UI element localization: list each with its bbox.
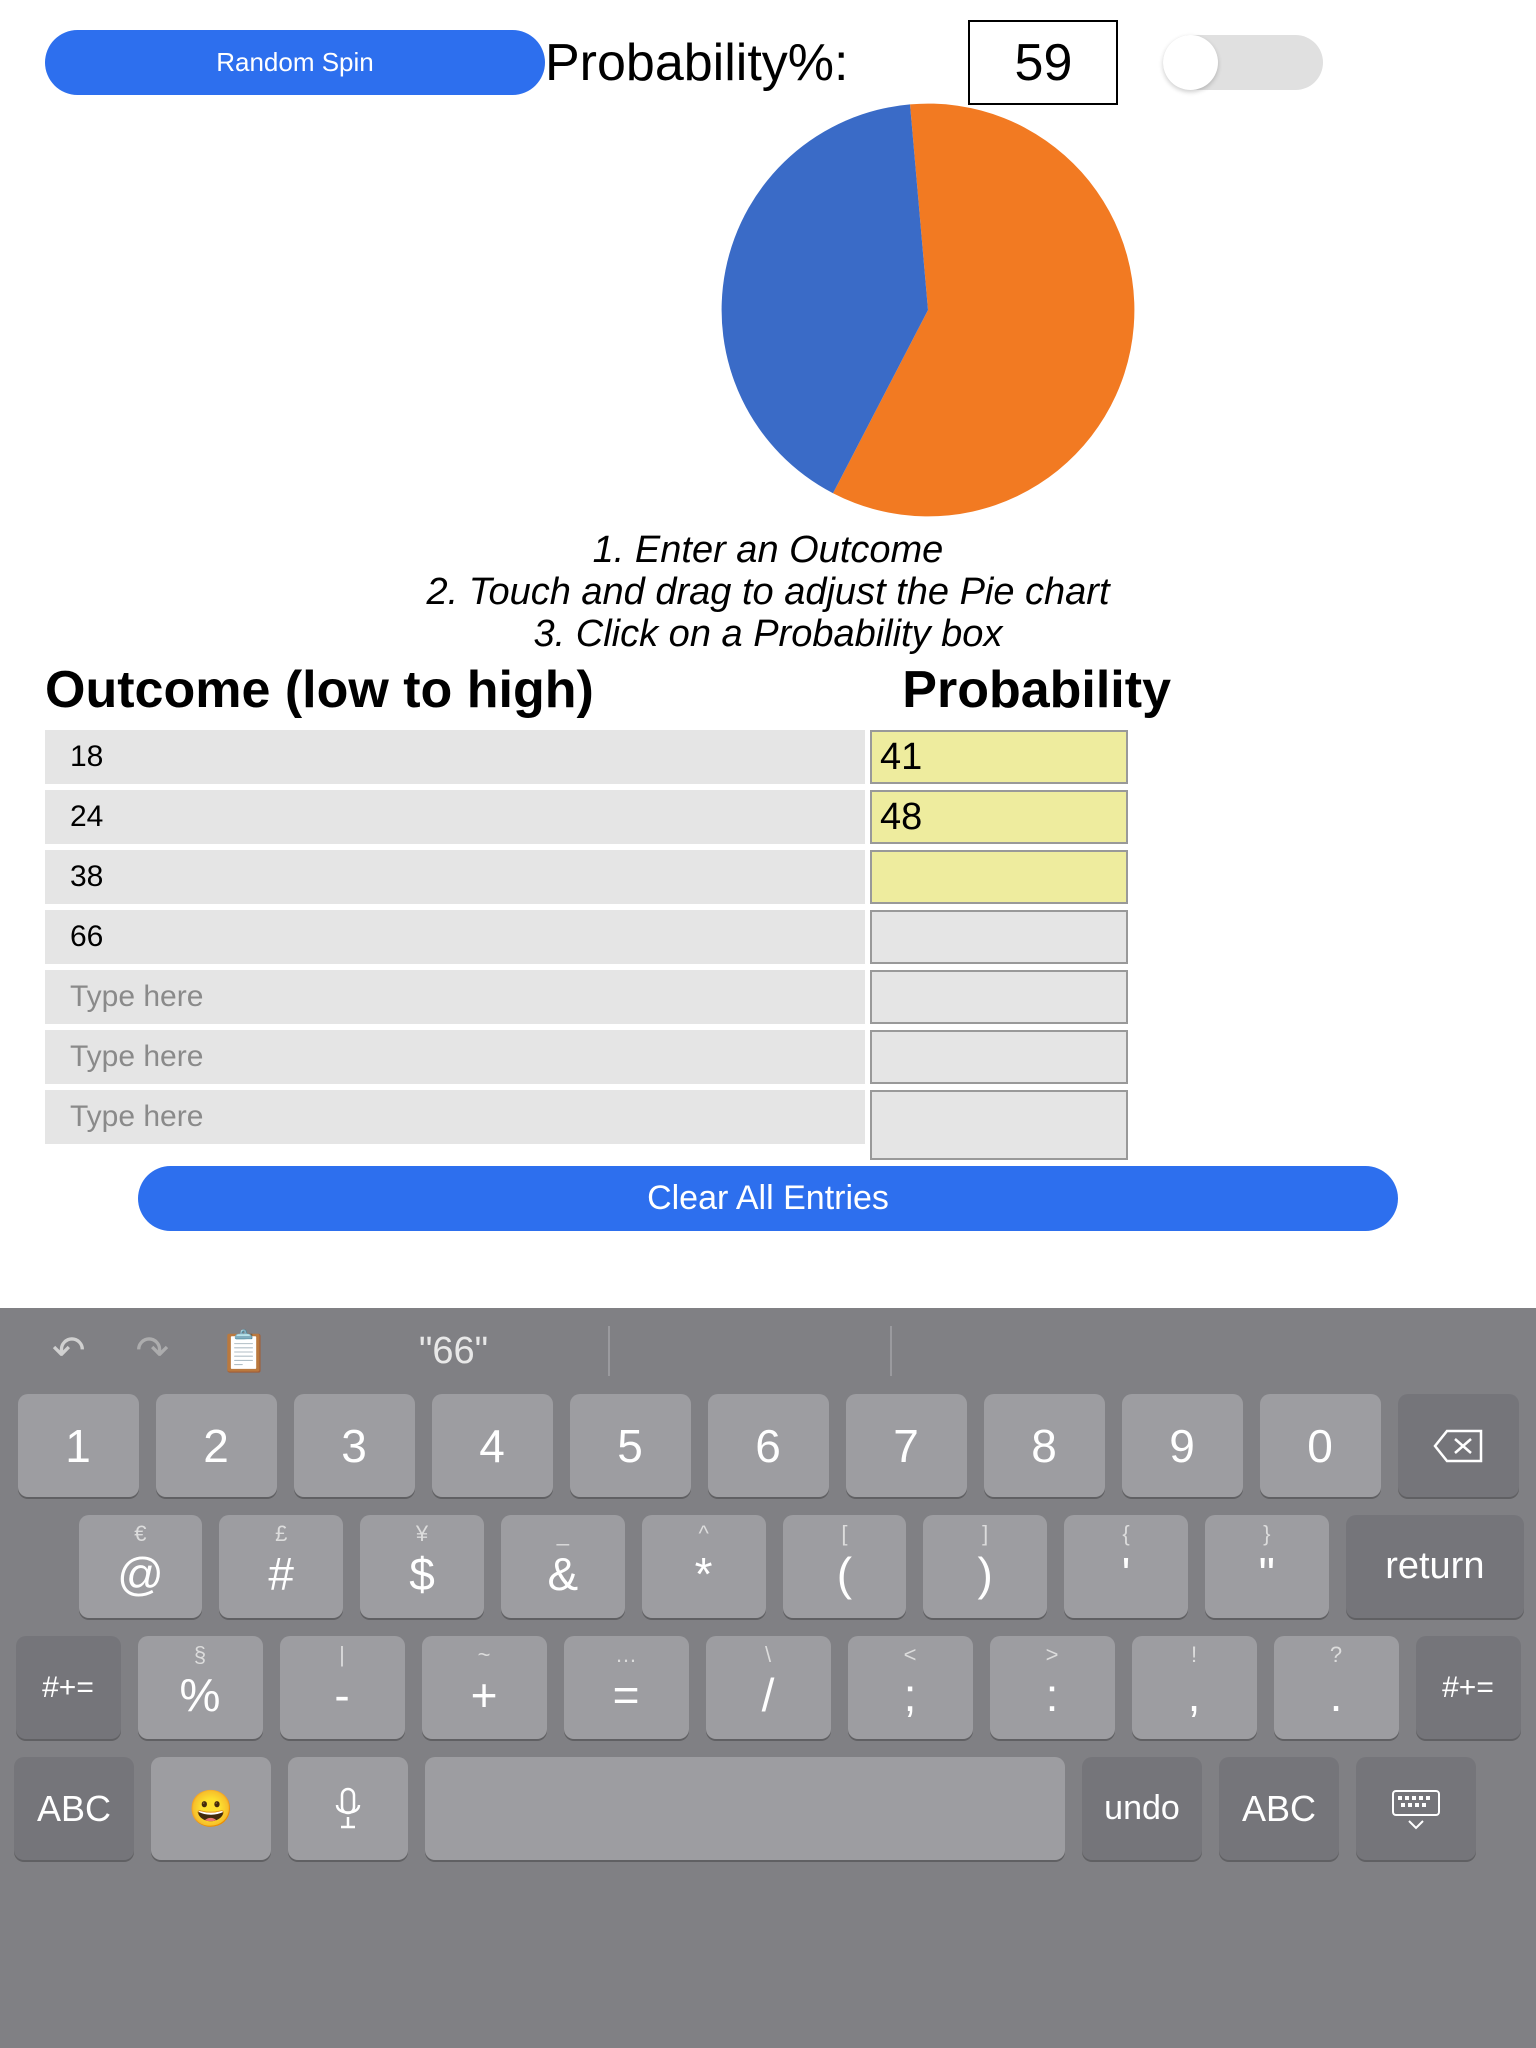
key-4[interactable]: 4 bbox=[432, 1394, 553, 1497]
key-#[interactable]: £# bbox=[219, 1515, 343, 1618]
undo-key[interactable]: undo bbox=[1082, 1757, 1202, 1860]
emoji-key[interactable]: 😀 bbox=[151, 1757, 271, 1860]
clipboard-icon[interactable]: 📋 bbox=[219, 1328, 269, 1375]
key-5[interactable]: 5 bbox=[570, 1394, 691, 1497]
probability-input[interactable]: 41 bbox=[870, 730, 1128, 784]
key-9[interactable]: 9 bbox=[1122, 1394, 1243, 1497]
key-"[interactable]: }" bbox=[1205, 1515, 1329, 1618]
outcome-input[interactable]: 66 bbox=[45, 910, 865, 964]
key-8[interactable]: 8 bbox=[984, 1394, 1105, 1497]
outcome-input[interactable]: 38 bbox=[45, 850, 865, 904]
probability-input[interactable] bbox=[870, 1090, 1128, 1160]
outcome-input[interactable]: Type here bbox=[45, 970, 865, 1024]
key-$[interactable]: ¥$ bbox=[360, 1515, 484, 1618]
table-row: 2448 bbox=[45, 790, 1536, 844]
instruction-1: 1. Enter an Outcome bbox=[0, 530, 1536, 572]
outcome-input[interactable]: 18 bbox=[45, 730, 865, 784]
key-/[interactable]: \/ bbox=[706, 1636, 831, 1739]
symbols-key[interactable]: #+= bbox=[1416, 1636, 1521, 1739]
key-;[interactable]: <; bbox=[848, 1636, 973, 1739]
key-&[interactable]: _& bbox=[501, 1515, 625, 1618]
clear-all-button[interactable]: Clear All Entries bbox=[138, 1166, 1398, 1231]
dismiss-keyboard-key[interactable] bbox=[1356, 1757, 1476, 1860]
table-row: 1841 bbox=[45, 730, 1536, 784]
outcome-input[interactable]: 24 bbox=[45, 790, 865, 844]
pie-chart[interactable] bbox=[713, 95, 1143, 525]
return-key[interactable]: return bbox=[1346, 1515, 1524, 1618]
probability-input[interactable] bbox=[870, 910, 1128, 964]
table-row: Type here bbox=[45, 1030, 1536, 1084]
keyboard-suggestion[interactable]: "66" bbox=[419, 1330, 488, 1373]
key-7[interactable]: 7 bbox=[846, 1394, 967, 1497]
probability-input[interactable] bbox=[870, 850, 1128, 904]
onscreen-keyboard: ↶ ↷ 📋 "66" 1234567890 €@£#¥$_&^*[(]){'}"… bbox=[0, 1308, 1536, 2048]
key-3[interactable]: 3 bbox=[294, 1394, 415, 1497]
abc-key[interactable]: ABC bbox=[14, 1757, 134, 1860]
backspace-key[interactable] bbox=[1398, 1394, 1519, 1497]
key-=[interactable]: …= bbox=[564, 1636, 689, 1739]
probability-value-box[interactable]: 59 bbox=[968, 20, 1118, 105]
table-row: Type here bbox=[45, 1090, 1536, 1160]
separator bbox=[890, 1326, 892, 1376]
outcome-input[interactable]: Type here bbox=[45, 1030, 865, 1084]
key-%[interactable]: §% bbox=[138, 1636, 263, 1739]
toggle-switch[interactable] bbox=[1163, 35, 1323, 90]
header-outcome: Outcome (low to high) bbox=[45, 660, 594, 720]
key-@[interactable]: €@ bbox=[79, 1515, 203, 1618]
instruction-2: 2. Touch and drag to adjust the Pie char… bbox=[0, 572, 1536, 614]
key-*[interactable]: ^* bbox=[642, 1515, 766, 1618]
key-6[interactable]: 6 bbox=[708, 1394, 829, 1497]
mic-key[interactable] bbox=[288, 1757, 408, 1860]
key-1[interactable]: 1 bbox=[18, 1394, 139, 1497]
probability-label: Probability%: bbox=[545, 33, 848, 93]
random-spin-button[interactable]: Random Spin bbox=[45, 30, 545, 95]
key-+[interactable]: ~+ bbox=[422, 1636, 547, 1739]
key-'[interactable]: {' bbox=[1064, 1515, 1188, 1618]
key-2[interactable]: 2 bbox=[156, 1394, 277, 1497]
key-,[interactable]: !, bbox=[1132, 1636, 1257, 1739]
probability-input[interactable] bbox=[870, 970, 1128, 1024]
outcome-input[interactable]: Type here bbox=[45, 1090, 865, 1144]
table-row: 38 bbox=[45, 850, 1536, 904]
probability-input[interactable] bbox=[870, 1030, 1128, 1084]
undo-arrow-icon[interactable]: ↶ bbox=[52, 1328, 86, 1374]
key-([interactable]: [( bbox=[783, 1515, 907, 1618]
space-key[interactable] bbox=[425, 1757, 1065, 1860]
table-row: 66 bbox=[45, 910, 1536, 964]
key-0[interactable]: 0 bbox=[1260, 1394, 1381, 1497]
instruction-3: 3. Click on a Probability box bbox=[0, 614, 1536, 656]
abc-key[interactable]: ABC bbox=[1219, 1757, 1339, 1860]
probability-input[interactable]: 48 bbox=[870, 790, 1128, 844]
key-.[interactable]: ?. bbox=[1274, 1636, 1399, 1739]
separator bbox=[608, 1326, 610, 1376]
symbols-key[interactable]: #+= bbox=[16, 1636, 121, 1739]
key-)[interactable]: ]) bbox=[923, 1515, 1047, 1618]
key--[interactable]: |- bbox=[280, 1636, 405, 1739]
header-probability: Probability bbox=[902, 660, 1171, 720]
table-row: Type here bbox=[45, 970, 1536, 1024]
redo-arrow-icon[interactable]: ↷ bbox=[136, 1328, 170, 1374]
instructions: 1. Enter an Outcome 2. Touch and drag to… bbox=[0, 530, 1536, 655]
key-:[interactable]: >: bbox=[990, 1636, 1115, 1739]
